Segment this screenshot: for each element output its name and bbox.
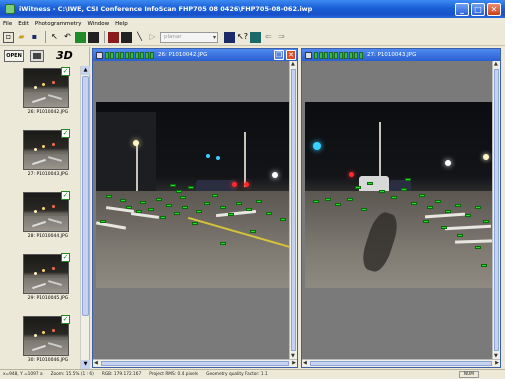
status-rms: Project RMS: 0.4 pixels [149, 372, 199, 377]
check-icon[interactable]: ✓ [61, 315, 70, 324]
scrollbar-thumb[interactable] [82, 76, 89, 316]
menu-help[interactable]: Help [115, 21, 128, 27]
check-icon[interactable]: ✓ [61, 129, 70, 138]
image-icon [305, 51, 312, 59]
status-zoom: Zoom: 15.5% (1 : 6) [50, 372, 94, 377]
single-view-icon[interactable] [30, 49, 44, 62]
save-icon[interactable]: ▪ [29, 32, 40, 43]
menu-photogrammetry[interactable]: Photogrammetry [35, 21, 82, 27]
horizontal-scrollbar[interactable]: ◀ ▶ [302, 359, 500, 367]
polygon-tool-icon[interactable]: ▷ [147, 32, 158, 43]
menu-bar: File Edit Photogrammetry Window Help [0, 18, 505, 29]
thumbnail-label: 26: P1010042.JPG [27, 110, 69, 115]
green-image-icon[interactable] [75, 31, 86, 43]
image-window-titlebar: 27: P1010043.JPG [302, 49, 500, 61]
status-num: NUM [458, 371, 479, 378]
open-button[interactable]: OPEN [4, 49, 24, 62]
check-icon[interactable]: ✓ [61, 253, 70, 262]
thumbnail-label: 30: P1010046.JPG [27, 358, 69, 363]
thumbnail-list: ✓ 26: P1010042.JPG ✓ 27: P1010043.JPG ✓ … [0, 66, 80, 369]
vertical-scrollbar[interactable]: ▲ ▼ [492, 61, 500, 359]
pointer-icon[interactable]: ↖ [49, 32, 60, 43]
thumbnail-item[interactable]: ✓ 27: P1010043.JPG [0, 128, 80, 190]
scroll-up-icon[interactable]: ▲ [81, 66, 90, 75]
window-title: iWitness - C:\IWE, CSI Conference InfoSc… [19, 5, 313, 13]
scene-photo-right[interactable] [305, 102, 492, 288]
app-icon [5, 4, 15, 14]
horizontal-scrollbar[interactable]: ◀ ▶ [93, 359, 297, 367]
scene-photo-left[interactable] [96, 102, 289, 288]
dark-image-icon[interactable] [88, 31, 99, 43]
plane-select[interactable]: planar [160, 31, 218, 43]
open-folder-icon[interactable]: ▰ [16, 32, 27, 43]
menu-window[interactable]: Window [87, 21, 109, 27]
menu-edit[interactable]: Edit [18, 21, 29, 27]
toolbar-separator [104, 31, 105, 43]
camera-icon[interactable] [250, 31, 261, 43]
forward-arrow-icon[interactable]: ⇒ [276, 32, 287, 43]
restore-icon[interactable]: ❐ [274, 50, 284, 60]
thumbnail-label: 29: P1010045.JPG [27, 296, 69, 301]
close-icon[interactable]: ✕ [286, 50, 296, 60]
status-rgb: RGB: 179.172.167 [101, 372, 142, 377]
scroll-down-icon[interactable]: ▼ [81, 360, 90, 369]
maximize-button[interactable]: □ [471, 2, 485, 16]
thumbnail-panel-header: OPEN 3D [0, 47, 89, 64]
status-bar: x=948, Y =1097 a Zoom: 15.5% (1 : 6) RGB… [0, 369, 505, 379]
minimize-button[interactable]: _ [455, 2, 469, 16]
line-tool-icon[interactable]: ╲ [134, 32, 145, 43]
title-bar: iWitness - C:\IWE, CSI Conference InfoSc… [0, 0, 505, 18]
help-pointer-icon[interactable]: ↖? [237, 32, 248, 43]
image-window-title: 27: P1010043.JPG [367, 52, 417, 58]
toolbar: ▫ ▰ ▪ ↖ ↶ ╲ ▷ planar ↖? ⇐ ⇒ [0, 29, 505, 46]
image-icon [96, 51, 103, 59]
grid-icon[interactable] [121, 31, 132, 43]
back-arrow-icon[interactable]: ⇐ [263, 32, 274, 43]
close-button[interactable]: ✕ [487, 2, 501, 16]
image-window-titlebar: 26: P1010042.JPG ❐ ✕ [93, 49, 297, 61]
thumbnail-item[interactable]: ✓ 28: P1010044.JPG [0, 190, 80, 252]
red-mark-icon[interactable] [108, 31, 119, 43]
status-coords: x=948, Y =1097 a [3, 372, 43, 377]
thumbnail-item[interactable]: ✓ 26: P1010042.JPG [0, 66, 80, 128]
blue-view-icon[interactable] [224, 31, 235, 43]
image-window-title: 26: P1010042.JPG [158, 52, 208, 58]
thumbnail-item[interactable]: ✓ 30: P1010046.JPG [0, 314, 80, 369]
new-file-icon[interactable]: ▫ [3, 31, 14, 43]
thumbnail-label: 28: P1010044.JPG [27, 234, 69, 239]
thumbnail-label: 27: P1010043.JPG [27, 172, 69, 177]
thumbnail-panel: OPEN 3D ✓ 26: P1010042.JPG ✓ 27: P101004… [0, 47, 90, 369]
undo-icon[interactable]: ↶ [62, 32, 73, 43]
menu-file[interactable]: File [3, 21, 12, 27]
check-icon[interactable]: ✓ [61, 191, 70, 200]
check-icon[interactable]: ✓ [61, 67, 70, 76]
thumbnail-scrollbar[interactable]: ▲ ▼ [80, 66, 90, 369]
3d-view-button[interactable]: 3D [56, 49, 73, 62]
status-geometry: Geometry quality Factor: 1.1 [206, 372, 268, 377]
toolbar-separator [45, 31, 46, 43]
thumbnail-item[interactable]: ✓ 29: P1010045.JPG [0, 252, 80, 314]
vertical-scrollbar[interactable]: ▲ ▼ [289, 61, 297, 359]
